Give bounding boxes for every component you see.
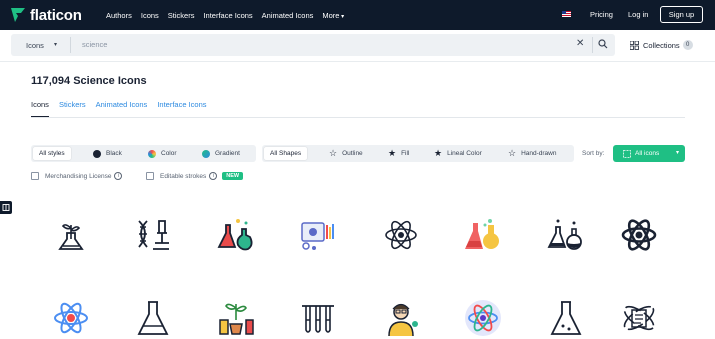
- color-style-icon: [148, 149, 156, 158]
- nav-animated-icons[interactable]: Animated Icons: [262, 11, 314, 20]
- signup-button[interactable]: Sign up: [660, 6, 703, 23]
- search-icon[interactable]: [598, 39, 608, 49]
- colored-flasks-icon[interactable]: [216, 215, 256, 255]
- filter-all-styles[interactable]: All styles: [33, 147, 71, 160]
- filter-outline-label: Outline: [342, 150, 363, 157]
- sort-by-label: Sort by:: [582, 150, 605, 157]
- atom-outline-icon[interactable]: [381, 215, 421, 255]
- atom-filled-icon[interactable]: [619, 215, 659, 255]
- tab-stickers[interactable]: Stickers: [59, 100, 86, 118]
- editable-strokes-label: Editable strokes: [160, 172, 207, 180]
- search-divider: [70, 37, 71, 53]
- star-outline-icon: ☆: [329, 148, 338, 158]
- black-style-icon: [93, 149, 101, 158]
- star-fill-icon: ★: [388, 148, 397, 158]
- nav-interface-icons[interactable]: Interface Icons: [203, 11, 252, 20]
- tab-animated-icons[interactable]: Animated Icons: [96, 100, 148, 118]
- filter-fill[interactable]: ★ Fill: [388, 147, 409, 160]
- nav-more[interactable]: More: [322, 11, 344, 20]
- nav-authors[interactable]: Authors: [106, 11, 132, 20]
- filter-gradient-label: Gradient: [215, 150, 240, 157]
- collections-count-badge: 0: [682, 40, 693, 50]
- filter-outline[interactable]: ☆ Outline: [329, 147, 363, 160]
- editable-strokes-filter[interactable]: Editable strokes i NEW: [146, 172, 244, 180]
- filter-black[interactable]: Black: [93, 147, 122, 160]
- flask-bubbles-icon[interactable]: [546, 215, 586, 255]
- sort-icon: [623, 149, 631, 158]
- tabs-divider: [31, 117, 685, 118]
- filter-all-shapes[interactable]: All Shapes: [264, 147, 308, 160]
- red-yellow-flasks-icon[interactable]: [463, 215, 503, 255]
- plant-flask-icon[interactable]: [51, 215, 91, 255]
- flask-outline-icon[interactable]: [546, 298, 586, 338]
- tab-interface-icons[interactable]: Interface Icons: [157, 100, 206, 118]
- main-nav: Authors Icons Stickers Interface Icons A…: [106, 0, 353, 30]
- scientist-icon[interactable]: [381, 298, 421, 338]
- pricing-link[interactable]: Pricing: [590, 10, 613, 19]
- nav-icons[interactable]: Icons: [141, 11, 159, 20]
- chevron-down-icon[interactable]: ▾: [54, 41, 57, 48]
- dna-microscope-icon[interactable]: [133, 215, 173, 255]
- tab-icons[interactable]: Icons: [31, 100, 49, 118]
- flaticon-logo-icon: [11, 8, 25, 22]
- sort-select[interactable]: All icons ▾: [613, 145, 685, 162]
- info-icon[interactable]: i: [114, 172, 123, 180]
- plant-lab-icon[interactable]: [216, 298, 256, 338]
- atom-document-icon[interactable]: [619, 298, 659, 338]
- page-title: 117,094 Science Icons: [31, 75, 147, 87]
- side-panel-toggle-icon[interactable]: [0, 201, 12, 214]
- star-lineal-color-icon: ★: [434, 148, 443, 158]
- collections-label: Collections: [643, 40, 680, 50]
- filter-gradient[interactable]: Gradient: [202, 147, 240, 160]
- filter-black-label: Black: [106, 150, 122, 157]
- flaticon-logo[interactable]: flaticon: [10, 6, 82, 24]
- gradient-style-icon: [202, 149, 210, 158]
- star-hand-drawn-icon: ☆: [508, 148, 517, 158]
- filter-hand-drawn[interactable]: ☆ Hand-drawn: [508, 147, 557, 160]
- nav-stickers[interactable]: Stickers: [168, 11, 195, 20]
- atom-circle-icon[interactable]: [463, 298, 503, 338]
- merchandising-checkbox[interactable]: [31, 172, 39, 180]
- blue-atom-icon[interactable]: [51, 298, 91, 338]
- collections-button[interactable]: Collections 0: [630, 40, 693, 50]
- test-tubes-icon[interactable]: [298, 298, 338, 338]
- search-separator: [592, 37, 593, 53]
- merchandising-label: Merchandising License: [45, 172, 112, 180]
- sort-value: All icons: [635, 150, 660, 157]
- login-link[interactable]: Log in: [628, 10, 648, 19]
- filter-fill-label: Fill: [401, 150, 410, 157]
- filter-hand-drawn-label: Hand-drawn: [521, 150, 557, 157]
- info-icon[interactable]: i: [209, 172, 218, 180]
- collections-grid-icon: [630, 40, 639, 50]
- search-input[interactable]: science: [82, 40, 107, 49]
- filter-lineal-color-label: Lineal Color: [447, 150, 482, 157]
- search-category-select[interactable]: Icons: [26, 41, 44, 50]
- conical-flask-icon[interactable]: [133, 298, 173, 338]
- filter-color[interactable]: Color: [148, 147, 177, 160]
- content-tabs: Icons Stickers Animated Icons Interface …: [31, 100, 217, 118]
- lab-equipment-icon[interactable]: [298, 215, 338, 255]
- close-icon[interactable]: ✕: [576, 39, 584, 49]
- chevron-down-icon: ▾: [675, 150, 679, 156]
- logo-text: flaticon: [30, 6, 82, 24]
- merchandising-license-filter[interactable]: Merchandising License i: [31, 172, 123, 180]
- filter-lineal-color[interactable]: ★ Lineal Color: [434, 147, 482, 160]
- language-flag-icon[interactable]: [562, 11, 571, 17]
- new-badge: NEW: [222, 172, 244, 180]
- filter-color-label: Color: [161, 150, 177, 157]
- editable-strokes-checkbox[interactable]: [146, 172, 154, 180]
